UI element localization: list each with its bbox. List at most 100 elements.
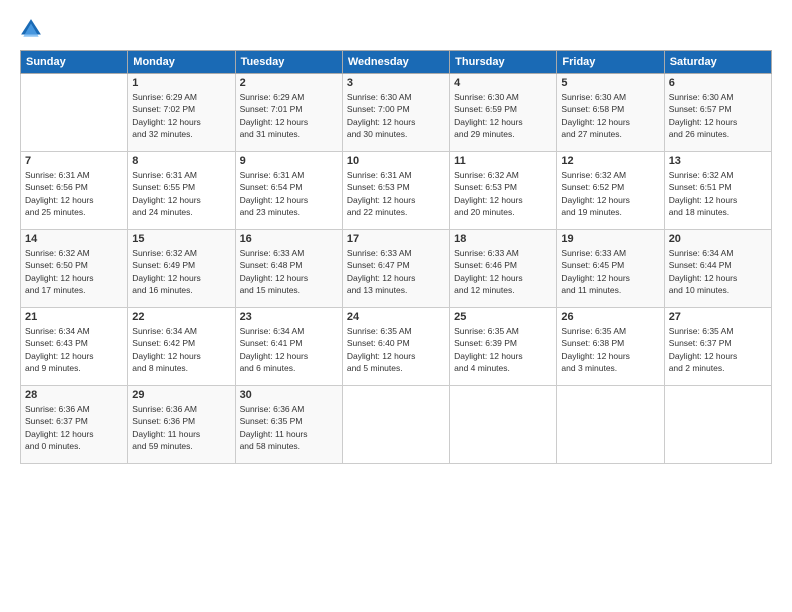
day-number: 5 bbox=[561, 77, 659, 89]
day-number: 14 bbox=[25, 233, 123, 245]
day-number: 7 bbox=[25, 155, 123, 167]
page: SundayMondayTuesdayWednesdayThursdayFrid… bbox=[0, 0, 792, 612]
calendar-week-4: 28 Sunrise: 6:36 AMSunset: 6:37 PMDayligh… bbox=[21, 386, 772, 464]
cell-info: Sunrise: 6:29 AMSunset: 7:02 PMDaylight:… bbox=[132, 91, 230, 140]
day-number: 10 bbox=[347, 155, 445, 167]
calendar-cell: 24 Sunrise: 6:35 AMSunset: 6:40 PMDayligh… bbox=[342, 308, 449, 386]
calendar-cell bbox=[450, 386, 557, 464]
day-number: 28 bbox=[25, 389, 123, 401]
cell-info: Sunrise: 6:32 AMSunset: 6:53 PMDaylight:… bbox=[454, 169, 552, 218]
day-number: 4 bbox=[454, 77, 552, 89]
cell-info: Sunrise: 6:34 AMSunset: 6:43 PMDaylight:… bbox=[25, 325, 123, 374]
calendar-cell: 29Sunrise: 6:36 AMSunset: 6:36 PMDayligh… bbox=[128, 386, 235, 464]
logo bbox=[20, 18, 45, 40]
cell-info: Sunrise: 6:33 AMSunset: 6:45 PMDaylight:… bbox=[561, 247, 659, 296]
calendar-table: SundayMondayTuesdayWednesdayThursdayFrid… bbox=[20, 50, 772, 464]
calendar-cell: 4 Sunrise: 6:30 AMSunset: 6:59 PMDaylight… bbox=[450, 74, 557, 152]
calendar-weekday-wednesday: Wednesday bbox=[342, 51, 449, 74]
calendar-cell: 30 Sunrise: 6:36 AMSunset: 6:35 PMDayligh… bbox=[235, 386, 342, 464]
cell-info: Sunrise: 6:31 AMSunset: 6:54 PMDaylight:… bbox=[240, 169, 338, 218]
cell-info: Sunrise: 6:32 AMSunset: 6:49 PMDaylight:… bbox=[132, 247, 230, 296]
day-number: 30 bbox=[240, 389, 338, 401]
calendar-cell: 22 Sunrise: 6:34 AMSunset: 6:42 PMDayligh… bbox=[128, 308, 235, 386]
cell-info: Sunrise: 6:36 AMSunset: 6:37 PMDaylight:… bbox=[25, 403, 123, 452]
calendar-weekday-tuesday: Tuesday bbox=[235, 51, 342, 74]
cell-info: Sunrise: 6:30 AMSunset: 6:59 PMDaylight:… bbox=[454, 91, 552, 140]
day-number: 11 bbox=[454, 155, 552, 167]
cell-info: Sunrise: 6:32 AMSunset: 6:52 PMDaylight:… bbox=[561, 169, 659, 218]
cell-info: Sunrise: 6:30 AMSunset: 7:00 PMDaylight:… bbox=[347, 91, 445, 140]
calendar-week-0: 1 Sunrise: 6:29 AMSunset: 7:02 PMDaylight… bbox=[21, 74, 772, 152]
day-number: 16 bbox=[240, 233, 338, 245]
cell-info: Sunrise: 6:34 AMSunset: 6:42 PMDaylight:… bbox=[132, 325, 230, 374]
calendar-cell: 19 Sunrise: 6:33 AMSunset: 6:45 PMDayligh… bbox=[557, 230, 664, 308]
calendar-cell: 27 Sunrise: 6:35 AMSunset: 6:37 PMDayligh… bbox=[664, 308, 771, 386]
calendar-week-1: 7Sunrise: 6:31 AMSunset: 6:56 PMDaylight… bbox=[21, 152, 772, 230]
cell-info: Sunrise: 6:35 AMSunset: 6:37 PMDaylight:… bbox=[669, 325, 767, 374]
day-number: 12 bbox=[561, 155, 659, 167]
day-number: 3 bbox=[347, 77, 445, 89]
calendar-cell bbox=[664, 386, 771, 464]
cell-info: Sunrise: 6:35 AMSunset: 6:38 PMDaylight:… bbox=[561, 325, 659, 374]
calendar-week-3: 21 Sunrise: 6:34 AMSunset: 6:43 PMDayligh… bbox=[21, 308, 772, 386]
day-number: 27 bbox=[669, 311, 767, 323]
day-number: 29 bbox=[132, 389, 230, 401]
day-number: 23 bbox=[240, 311, 338, 323]
logo-icon bbox=[20, 18, 42, 40]
calendar-cell: 2Sunrise: 6:29 AMSunset: 7:01 PMDaylight… bbox=[235, 74, 342, 152]
calendar-weekday-friday: Friday bbox=[557, 51, 664, 74]
calendar-cell bbox=[557, 386, 664, 464]
calendar-cell: 13 Sunrise: 6:32 AMSunset: 6:51 PMDayligh… bbox=[664, 152, 771, 230]
day-number: 13 bbox=[669, 155, 767, 167]
cell-info: Sunrise: 6:30 AMSunset: 6:58 PMDaylight:… bbox=[561, 91, 659, 140]
calendar-weekday-thursday: Thursday bbox=[450, 51, 557, 74]
cell-info: Sunrise: 6:31 AMSunset: 6:53 PMDaylight:… bbox=[347, 169, 445, 218]
cell-info: Sunrise: 6:34 AMSunset: 6:41 PMDaylight:… bbox=[240, 325, 338, 374]
calendar-weekday-sunday: Sunday bbox=[21, 51, 128, 74]
day-number: 17 bbox=[347, 233, 445, 245]
cell-info: Sunrise: 6:29 AMSunset: 7:01 PMDaylight:… bbox=[240, 91, 338, 140]
calendar-cell bbox=[21, 74, 128, 152]
calendar-cell: 18Sunrise: 6:33 AMSunset: 6:46 PMDayligh… bbox=[450, 230, 557, 308]
day-number: 21 bbox=[25, 311, 123, 323]
day-number: 19 bbox=[561, 233, 659, 245]
calendar-cell: 20Sunrise: 6:34 AMSunset: 6:44 PMDayligh… bbox=[664, 230, 771, 308]
calendar-week-2: 14 Sunrise: 6:32 AMSunset: 6:50 PMDayligh… bbox=[21, 230, 772, 308]
cell-info: Sunrise: 6:33 AMSunset: 6:47 PMDaylight:… bbox=[347, 247, 445, 296]
cell-info: Sunrise: 6:34 AMSunset: 6:44 PMDaylight:… bbox=[669, 247, 767, 296]
calendar-cell: 9 Sunrise: 6:31 AMSunset: 6:54 PMDaylight… bbox=[235, 152, 342, 230]
day-number: 22 bbox=[132, 311, 230, 323]
calendar-cell: 17 Sunrise: 6:33 AMSunset: 6:47 PMDayligh… bbox=[342, 230, 449, 308]
calendar-cell: 14 Sunrise: 6:32 AMSunset: 6:50 PMDayligh… bbox=[21, 230, 128, 308]
calendar-cell bbox=[342, 386, 449, 464]
calendar-header-row: SundayMondayTuesdayWednesdayThursdayFrid… bbox=[21, 51, 772, 74]
cell-info: Sunrise: 6:36 AMSunset: 6:35 PMDaylight:… bbox=[240, 403, 338, 452]
calendar-cell: 23 Sunrise: 6:34 AMSunset: 6:41 PMDayligh… bbox=[235, 308, 342, 386]
calendar-cell: 16 Sunrise: 6:33 AMSunset: 6:48 PMDayligh… bbox=[235, 230, 342, 308]
day-number: 1 bbox=[132, 77, 230, 89]
calendar-cell: 25 Sunrise: 6:35 AMSunset: 6:39 PMDayligh… bbox=[450, 308, 557, 386]
calendar-cell: 1 Sunrise: 6:29 AMSunset: 7:02 PMDaylight… bbox=[128, 74, 235, 152]
header bbox=[20, 18, 772, 40]
cell-info: Sunrise: 6:33 AMSunset: 6:48 PMDaylight:… bbox=[240, 247, 338, 296]
cell-info: Sunrise: 6:35 AMSunset: 6:39 PMDaylight:… bbox=[454, 325, 552, 374]
calendar-weekday-monday: Monday bbox=[128, 51, 235, 74]
day-number: 8 bbox=[132, 155, 230, 167]
cell-info: Sunrise: 6:35 AMSunset: 6:40 PMDaylight:… bbox=[347, 325, 445, 374]
calendar-weekday-saturday: Saturday bbox=[664, 51, 771, 74]
calendar-cell: 26 Sunrise: 6:35 AMSunset: 6:38 PMDayligh… bbox=[557, 308, 664, 386]
day-number: 6 bbox=[669, 77, 767, 89]
calendar-cell: 28 Sunrise: 6:36 AMSunset: 6:37 PMDayligh… bbox=[21, 386, 128, 464]
calendar-cell: 6 Sunrise: 6:30 AMSunset: 6:57 PMDaylight… bbox=[664, 74, 771, 152]
cell-info: Sunrise: 6:32 AMSunset: 6:50 PMDaylight:… bbox=[25, 247, 123, 296]
cell-info: Sunrise: 6:30 AMSunset: 6:57 PMDaylight:… bbox=[669, 91, 767, 140]
day-number: 26 bbox=[561, 311, 659, 323]
cell-info: Sunrise: 6:33 AMSunset: 6:46 PMDaylight:… bbox=[454, 247, 552, 296]
calendar-cell: 7Sunrise: 6:31 AMSunset: 6:56 PMDaylight… bbox=[21, 152, 128, 230]
calendar-cell: 5 Sunrise: 6:30 AMSunset: 6:58 PMDaylight… bbox=[557, 74, 664, 152]
day-number: 9 bbox=[240, 155, 338, 167]
day-number: 24 bbox=[347, 311, 445, 323]
cell-info: Sunrise: 6:32 AMSunset: 6:51 PMDaylight:… bbox=[669, 169, 767, 218]
day-number: 25 bbox=[454, 311, 552, 323]
cell-info: Sunrise: 6:31 AMSunset: 6:55 PMDaylight:… bbox=[132, 169, 230, 218]
